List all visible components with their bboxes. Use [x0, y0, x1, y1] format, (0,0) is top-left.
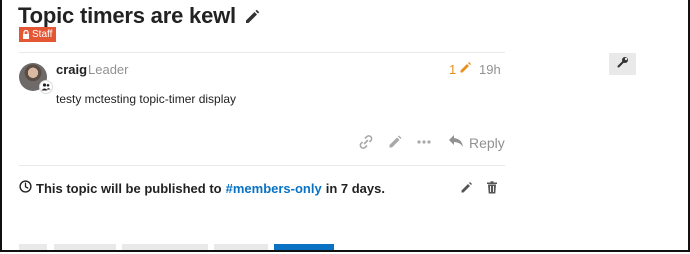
post-date[interactable]: 19h	[479, 62, 501, 77]
timer-text-suffix: in 7 days.	[325, 180, 385, 196]
footer-button[interactable]	[214, 244, 268, 250]
reply-label: Reply	[469, 134, 505, 151]
lock-icon	[22, 30, 30, 39]
post-divider	[19, 165, 505, 166]
post-username[interactable]: craig	[56, 62, 87, 77]
reply-button[interactable]: Reply	[448, 134, 505, 151]
footer-button[interactable]	[19, 244, 47, 250]
clock-icon	[19, 180, 32, 196]
topic-timer: This topic will be published to #members…	[19, 180, 385, 196]
wrench-icon	[617, 55, 629, 73]
reply-icon	[448, 134, 464, 151]
pencil-icon	[459, 61, 472, 77]
topic-title[interactable]: Topic timers are kewl	[18, 3, 236, 29]
post-body: testy mctesting topic-timer display	[56, 92, 237, 106]
topic-title-row: Topic timers are kewl	[18, 3, 261, 29]
link-icon[interactable]	[358, 134, 374, 150]
ellipsis-icon[interactable]	[416, 134, 432, 150]
timer-category-link[interactable]: #members-only	[226, 181, 322, 196]
title-divider	[19, 52, 505, 53]
users-icon	[39, 80, 53, 94]
staff-badge[interactable]: Staff	[19, 27, 57, 42]
footer-button[interactable]	[54, 244, 116, 250]
app-frame: Topic timers are kewl Staff craig Leader…	[0, 0, 690, 252]
post-user-title: Leader	[88, 62, 129, 77]
pencil-icon[interactable]	[460, 181, 473, 199]
admin-wrench-button[interactable]	[609, 53, 636, 75]
trash-icon[interactable]	[486, 181, 498, 199]
edit-history-button[interactable]: 1	[449, 61, 472, 77]
pencil-icon[interactable]	[243, 7, 261, 25]
footer-button[interactable]	[122, 244, 208, 250]
staff-badge-label: Staff	[32, 29, 53, 40]
timer-text-prefix: This topic will be published to	[36, 180, 222, 196]
footer-primary-button[interactable]	[274, 244, 334, 250]
edit-count: 1	[449, 61, 457, 77]
pencil-icon[interactable]	[387, 134, 403, 150]
